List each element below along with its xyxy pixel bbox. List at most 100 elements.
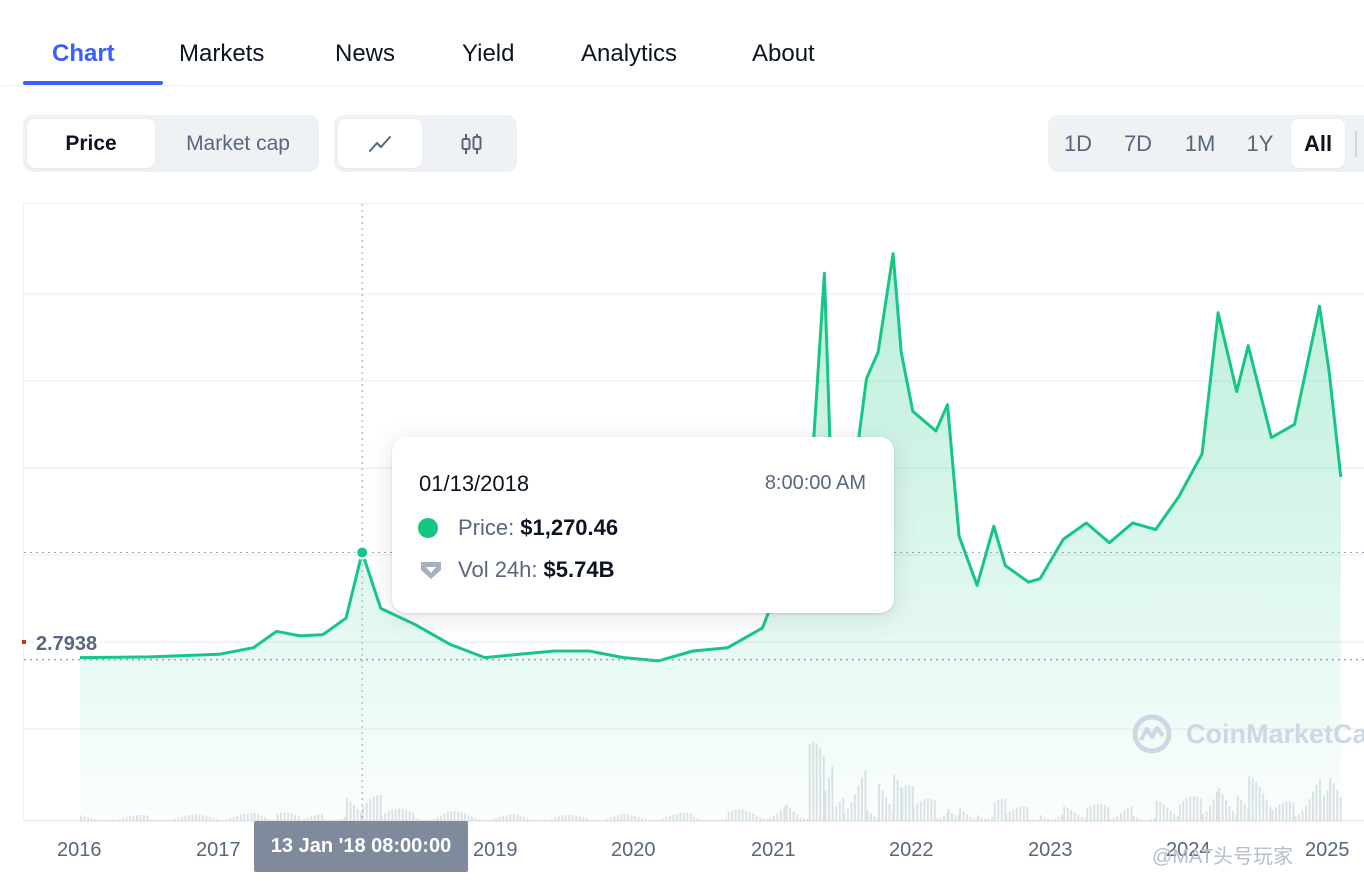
volume-bar (152, 820, 155, 822)
x-tick-label: 2019 (473, 839, 518, 861)
price-point (1216, 311, 1220, 315)
volume-bar (488, 820, 491, 822)
tooltip-time: 8:00:00 AM (764, 472, 866, 494)
price-legend-dot (418, 518, 438, 538)
x-tick-label: 2016 (57, 839, 102, 861)
volume-bar (1035, 819, 1038, 822)
price-point (957, 534, 961, 538)
price-point (1061, 537, 1065, 541)
price-point (518, 652, 522, 656)
volume-bar (166, 820, 169, 822)
price-point (587, 649, 591, 653)
price-point (1177, 495, 1181, 499)
price-point (1154, 528, 1158, 532)
price-point (147, 655, 151, 659)
price-point (946, 403, 950, 407)
volume-bar (115, 820, 117, 822)
price-point (1027, 580, 1031, 584)
volume-bar (156, 820, 159, 822)
price-point (448, 642, 452, 646)
tooltip-volume-row: Vol 24h: $5.74B (418, 557, 614, 583)
x-tick-label: 2023 (1028, 839, 1073, 861)
volume-bar (655, 821, 658, 822)
volume-bar (648, 820, 651, 822)
price-point (1327, 370, 1331, 374)
volume-bar (159, 821, 162, 822)
tooltip-volume-value: $5.74B (543, 557, 615, 582)
volume-bar (602, 819, 605, 822)
volume-bar (533, 820, 536, 822)
candlestick-chart-button[interactable] (430, 119, 512, 168)
tab-yield[interactable]: Yield (462, 40, 514, 68)
tab-markets[interactable]: Markets (179, 40, 264, 68)
volume-bar (97, 820, 100, 822)
tab-news[interactable]: News (335, 40, 395, 68)
price-point (822, 271, 826, 275)
range-1m-button[interactable]: 1M (1172, 119, 1228, 168)
price-point (891, 252, 895, 256)
toolbar-divider (1355, 131, 1357, 157)
volume-bar (710, 820, 713, 822)
price-point (1235, 390, 1239, 394)
volume-bar (540, 821, 543, 822)
hover-point (355, 545, 370, 560)
range-1d-button[interactable]: 1D (1052, 119, 1104, 168)
volume-bar (547, 820, 550, 822)
active-tab-indicator (23, 81, 163, 85)
tab-chart[interactable]: Chart (52, 40, 115, 68)
tooltip-price-row: Price: $1,270.46 (418, 515, 618, 541)
price-point (1038, 577, 1042, 581)
volume-bar (707, 820, 709, 822)
coinmarketcap-watermark: CoinMarketCap (1130, 712, 1364, 756)
volume-bar (703, 820, 706, 822)
line-chart-button[interactable] (338, 119, 422, 168)
price-point (760, 626, 764, 630)
price-point (1084, 521, 1088, 525)
market-cap-toggle-button[interactable]: Market cap (163, 119, 313, 168)
price-point (934, 429, 938, 433)
volume-bar (104, 821, 107, 822)
volume-bar (481, 820, 484, 822)
volume-bar (1146, 820, 1149, 822)
price-point (1107, 541, 1111, 545)
volume-bar (595, 820, 598, 822)
volume-bar (588, 820, 591, 822)
volume-bar (108, 821, 110, 822)
volume-bar (222, 820, 225, 822)
price-point (899, 350, 903, 354)
range-1y-button[interactable]: 1Y (1234, 119, 1286, 168)
volume-bar (592, 820, 595, 822)
price-point (656, 659, 660, 663)
reference-value-label: 2.7938 (34, 633, 100, 656)
price-point (1246, 344, 1250, 348)
price-point (1269, 436, 1273, 440)
range-all-button[interactable]: All (1291, 119, 1345, 168)
price-point (1293, 422, 1297, 426)
volume-bar (163, 820, 166, 822)
volume-bar (1143, 820, 1146, 822)
x-tick-label: 2020 (611, 839, 656, 861)
volume-bar (484, 820, 487, 822)
price-point (1003, 564, 1007, 568)
time-range-toggle: 1D 7D 1M 1Y All (1048, 115, 1364, 172)
range-7d-button[interactable]: 7D (1110, 119, 1166, 168)
price-point (691, 649, 695, 653)
price-point (321, 633, 325, 637)
tab-analytics[interactable]: Analytics (581, 40, 677, 68)
line-chart-icon (369, 135, 391, 152)
x-tick-label: 2017 (196, 839, 241, 861)
volume-bar (717, 820, 720, 822)
x-tick-label: 2025 (1305, 839, 1350, 861)
chart-tooltip: 01/13/2018 8:00:00 AM Price: $1,270.46 V… (392, 437, 894, 613)
price-point (552, 649, 556, 653)
x-tick-label: 2022 (889, 839, 934, 861)
volume-bar (101, 820, 103, 822)
price-point (344, 616, 348, 620)
price-point (726, 646, 730, 650)
price-toggle-button[interactable]: Price (27, 119, 155, 168)
price-point (217, 652, 221, 656)
watermark-text: CoinMarketCap (1186, 718, 1364, 749)
price-point (1318, 304, 1322, 308)
price-point (252, 646, 256, 650)
tab-about[interactable]: About (752, 40, 815, 68)
